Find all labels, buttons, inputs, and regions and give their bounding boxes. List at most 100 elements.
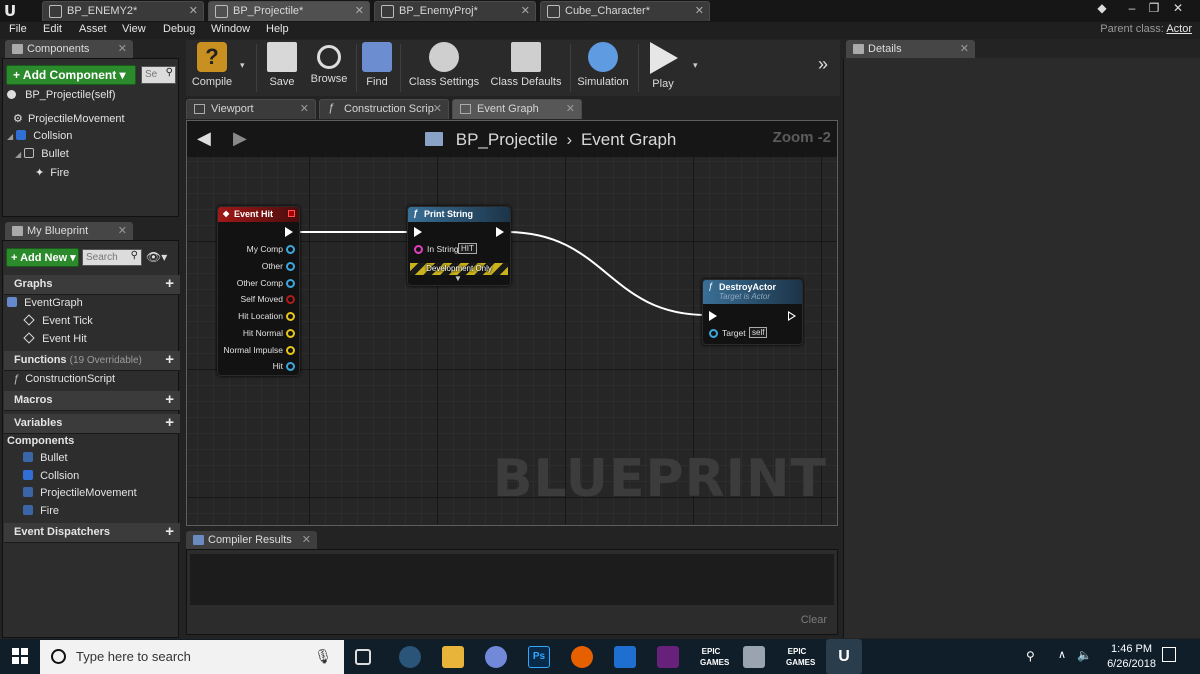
menu-file[interactable]: File (9, 23, 27, 35)
menu-asset[interactable]: Asset (79, 23, 107, 35)
app-icon[interactable] (614, 646, 636, 668)
node-event-hit[interactable]: ◆ Event Hit My Comp Other Other Comp Sel… (217, 206, 300, 376)
pin-self-moved[interactable] (286, 295, 295, 304)
parent-class-link[interactable]: Actor (1166, 23, 1192, 35)
my-blueprint-search-input[interactable]: Search ⚲ (82, 249, 142, 266)
clear-button[interactable]: Clear (801, 614, 827, 626)
variable-bullet[interactable]: Bullet (23, 452, 68, 469)
exec-in-pin[interactable] (414, 227, 422, 237)
epic-icon[interactable]: ◆ (1092, 0, 1112, 18)
exec-out-pin[interactable] (496, 227, 504, 237)
close-icon[interactable]: ✕ (300, 102, 309, 115)
node-print-string[interactable]: ƒ Print String In String HIT Development… (407, 206, 511, 286)
variable-collsion[interactable]: Collsion (23, 470, 79, 487)
taskbar-clock[interactable]: 1:46 PM 6/26/2018 (1107, 642, 1156, 672)
variables-components-header[interactable]: Components (7, 435, 74, 452)
close-icon[interactable]: ✕ (355, 4, 364, 17)
file-explorer-icon[interactable] (442, 646, 464, 668)
visibility-eye-icon[interactable]: 👁▾ (146, 250, 167, 264)
epic-games-icon[interactable]: EPIC GAMES (786, 646, 815, 668)
simulation-button[interactable]: Simulation (574, 42, 632, 94)
event-graph-canvas[interactable]: ◀ ▶ BP_Projectile › Event Graph Zoom -2 … (186, 120, 838, 526)
macros-section[interactable]: Macros + (4, 391, 180, 411)
add-variable-icon[interactable]: + (165, 414, 174, 431)
tab-event-graph[interactable]: Event Graph ✕ (452, 99, 582, 119)
play-button[interactable]: Play (642, 42, 684, 94)
menu-debug[interactable]: Debug (163, 23, 195, 35)
components-search-input[interactable]: Se ⚲ (141, 66, 176, 84)
unreal-editor-icon[interactable]: U (826, 639, 862, 674)
in-string-value-input[interactable]: HIT (458, 243, 477, 254)
compile-button[interactable]: ? Compile (188, 42, 236, 94)
close-icon[interactable]: ✕ (521, 4, 530, 17)
expand-arrow-icon[interactable]: ◢ (7, 132, 13, 141)
app-window-icon[interactable] (743, 646, 765, 668)
visual-studio-icon[interactable] (657, 646, 679, 668)
doc-tab-bp-projectile[interactable]: BP_Projectile* ✕ (208, 1, 370, 21)
my-blueprint-tab[interactable]: My Blueprint ✕ (5, 222, 133, 240)
maximize-button[interactable]: ❐ (1144, 0, 1164, 18)
doc-tab-cube-character[interactable]: Cube_Character* ✕ (540, 1, 710, 21)
component-self[interactable]: BP_Projectile(self) (7, 89, 116, 106)
pin-hit-normal[interactable] (286, 329, 295, 338)
close-icon[interactable]: ✕ (189, 4, 198, 17)
people-icon[interactable]: ⚲ (1026, 649, 1035, 663)
tray-chevron-icon[interactable]: ∧ (1058, 648, 1066, 661)
variables-section[interactable]: Variables + (4, 414, 180, 434)
microphone-icon[interactable]: 🎙 (314, 648, 332, 665)
add-graph-icon[interactable]: + (165, 275, 174, 292)
doc-tab-bp-enemy2[interactable]: BP_ENEMY2* ✕ (42, 1, 204, 21)
pin-my-comp[interactable] (286, 245, 295, 254)
doc-tab-bp-enemyproj[interactable]: BP_EnemyProj* ✕ (374, 1, 536, 21)
graphs-section[interactable]: Graphs + (4, 275, 180, 295)
pin-normal-impulse[interactable] (286, 346, 295, 355)
find-button[interactable]: Find (360, 42, 394, 94)
event-dispatchers-section[interactable]: Event Dispatchers + (4, 523, 180, 543)
add-component-button[interactable]: + Add Component ▾ (6, 65, 136, 85)
close-icon[interactable]: ✕ (695, 4, 704, 17)
component-fire[interactable]: ✦ Fire (35, 166, 69, 183)
variable-projectilemovement[interactable]: ProjectileMovement (23, 487, 137, 504)
save-button[interactable]: Save (262, 42, 302, 94)
close-icon[interactable]: ✕ (302, 533, 311, 546)
minimize-button[interactable]: – (1122, 0, 1142, 18)
expand-toolbar-chevron-icon[interactable]: » (818, 54, 828, 75)
close-icon[interactable]: ✕ (960, 42, 969, 55)
component-projectilemovement[interactable]: ⚙ ProjectileMovement (13, 112, 125, 129)
firefox-icon[interactable] (571, 646, 593, 668)
add-function-icon[interactable]: + (165, 351, 174, 368)
menu-window[interactable]: Window (211, 23, 250, 35)
pin-hit-location[interactable] (286, 312, 295, 321)
taskbar-search-input[interactable]: Type here to search 🎙 (40, 640, 344, 674)
play-options-arrow-icon[interactable]: ▾ (693, 60, 698, 71)
close-icon[interactable]: ✕ (118, 224, 127, 237)
epic-games-launcher-icon[interactable]: EPIC GAMES (700, 646, 729, 668)
node-destroy-actor[interactable]: ƒ DestroyActor Target is Actor Target se… (702, 279, 803, 345)
volume-icon[interactable]: 🔈 (1077, 648, 1092, 662)
discord-icon[interactable] (485, 646, 507, 668)
steam-icon[interactable] (399, 646, 421, 668)
delegate-pin-icon[interactable] (288, 210, 295, 217)
close-window-button[interactable]: ✕ (1168, 0, 1188, 18)
notifications-icon[interactable] (1162, 647, 1176, 662)
close-icon[interactable]: ✕ (566, 102, 575, 115)
add-dispatcher-icon[interactable]: + (165, 523, 174, 540)
task-view-icon[interactable] (355, 649, 371, 665)
components-tab[interactable]: Components ✕ (5, 40, 133, 58)
browse-button[interactable]: Browse (306, 42, 352, 94)
graph-item-event-tick[interactable]: Event Tick (23, 314, 93, 332)
details-tab[interactable]: Details ✕ (846, 40, 975, 58)
graph-item-event-hit[interactable]: Event Hit (23, 332, 87, 350)
pin-other-comp[interactable] (286, 279, 295, 288)
pin-other[interactable] (286, 262, 295, 271)
class-settings-button[interactable]: Class Settings (406, 42, 482, 94)
variable-fire[interactable]: Fire (23, 505, 59, 522)
graph-item-eventgraph[interactable]: EventGraph (7, 297, 83, 314)
function-item-constructionscript[interactable]: ƒ ConstructionScript (13, 373, 115, 390)
menu-edit[interactable]: Edit (43, 23, 62, 35)
menu-help[interactable]: Help (266, 23, 289, 35)
functions-section[interactable]: Functions (19 Overridable) + (4, 351, 180, 371)
expand-arrow-icon[interactable]: ◢ (15, 150, 21, 159)
class-defaults-button[interactable]: Class Defaults (488, 42, 564, 94)
add-macro-icon[interactable]: + (165, 391, 174, 408)
